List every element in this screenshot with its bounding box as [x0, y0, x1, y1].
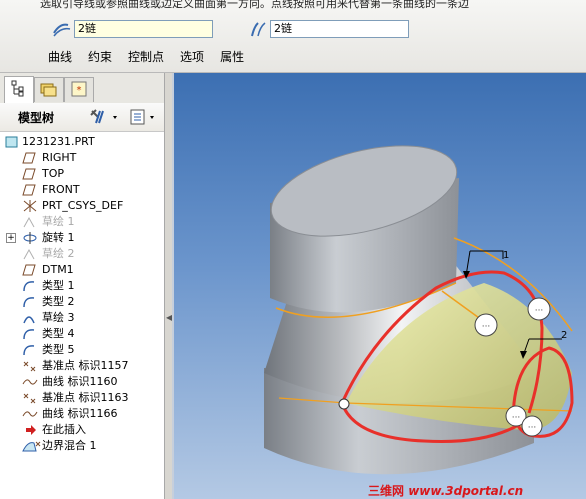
tree-item-sketch3[interactable]: 草绘 3 — [0, 310, 164, 326]
dashboard-tabs: 曲线 约束 控制点 选项 属性 — [48, 48, 244, 65]
tree-item-type2[interactable]: 类型 2 — [0, 294, 164, 310]
sketch-icon — [23, 316, 35, 324]
svg-text:*: * — [77, 85, 82, 96]
tree-item-sketch1[interactable]: 草绘 1 — [0, 214, 164, 230]
datum-plane-icon — [22, 152, 36, 164]
datum-point-icon — [23, 361, 36, 372]
curve-type-icon — [23, 281, 35, 292]
csys-icon — [23, 200, 37, 212]
curve-type-icon — [23, 329, 35, 340]
tree-item-right[interactable]: RIGHT — [0, 150, 164, 166]
sketch-icon — [23, 248, 35, 260]
tree-item-sketch2[interactable]: 草绘 2 — [0, 246, 164, 262]
settings-tools-icon[interactable] — [88, 107, 122, 127]
tab-options[interactable]: 选项 — [180, 48, 204, 65]
tab-properties[interactable]: 属性 — [220, 48, 244, 65]
watermark-cn: 三维网 — [368, 484, 405, 498]
boundary-blend-icon — [22, 441, 41, 452]
navigator-tabs: * — [0, 73, 165, 103]
datum-plane-icon — [22, 168, 36, 180]
model-tree-title: 模型树 — [18, 111, 55, 125]
tree-item-insert-here[interactable]: 在此插入 — [0, 422, 164, 438]
folder-icon — [40, 83, 57, 97]
drag-handle[interactable]: ··· — [521, 415, 543, 437]
datum-point-icon — [23, 393, 36, 404]
insert-arrow-icon — [26, 425, 36, 435]
tree-item-datum-point-1163[interactable]: 基准点 标识1163 — [0, 390, 164, 406]
tab-control-points[interactable]: 控制点 — [128, 48, 164, 65]
model-tree-panel: 模型树 1231231.PRT RIGHT TOP FRONT PRT_CSYS… — [0, 103, 165, 499]
tab-curves[interactable]: 曲线 — [48, 48, 72, 65]
feature-dashboard: 选取引导线或参照曲线或边定义曲面第一方向。点线按照可用来代替第一条曲线的一条边 … — [0, 0, 586, 73]
expand-icon[interactable]: + — [6, 233, 16, 243]
tree-item-top[interactable]: TOP — [0, 166, 164, 182]
first-direction-icon — [53, 23, 71, 37]
tree-item-front[interactable]: FRONT — [0, 182, 164, 198]
curve-icon — [22, 411, 38, 417]
favorites-icon: * — [71, 81, 87, 97]
tree-structure-icon — [11, 80, 24, 97]
favorites-tab[interactable]: * — [64, 77, 94, 102]
drag-handle[interactable]: ··· — [474, 313, 498, 337]
folder-browser-tab[interactable] — [34, 77, 64, 102]
callout-1: 1 — [503, 250, 509, 261]
tree-item-boundary-blend1[interactable]: 边界混合 1 — [0, 438, 164, 454]
svg-text:···: ··· — [512, 413, 521, 423]
svg-text:···: ··· — [535, 306, 544, 316]
second-chain-input[interactable]: 2链 — [270, 20, 409, 38]
tree-item-dtm1[interactable]: DTM1 — [0, 262, 164, 278]
tree-item-part[interactable]: 1231231.PRT — [0, 134, 164, 150]
model-tree-toolbar: 模型树 — [0, 103, 164, 132]
curve-type-icon — [23, 345, 35, 356]
tree-item-datum-point-1157[interactable]: 基准点 标识1157 — [0, 358, 164, 374]
watermark: 三维网 www.3dportal.cn — [368, 482, 523, 499]
prompt-text: 选取引导线或参照曲线或边定义曲面第一方向。点线按照可用来代替第一条曲线的一条边 — [40, 0, 469, 10]
watermark-url: www.3dportal.cn — [408, 484, 524, 498]
model-tree-tab[interactable] — [4, 76, 34, 103]
second-direction-icon — [251, 22, 266, 37]
graphics-viewport[interactable]: ··· ··· ··· ··· 1 2 — [174, 73, 586, 499]
tree-item-revolve1[interactable]: + 旋转 1 — [0, 230, 164, 246]
model-3d-view: ··· ··· ··· ··· 1 2 — [264, 145, 574, 475]
show-list-icon[interactable] — [128, 107, 162, 127]
curve-icon — [22, 379, 38, 385]
sketch-icon — [23, 216, 35, 228]
tab-constraints[interactable]: 约束 — [88, 48, 112, 65]
svg-text:···: ··· — [482, 322, 491, 332]
callout-2: 2 — [561, 330, 567, 341]
datum-plane-icon — [22, 184, 36, 196]
part-icon — [5, 136, 18, 148]
tree-item-type1[interactable]: 类型 1 — [0, 278, 164, 294]
datum-point-marker[interactable] — [338, 398, 350, 410]
curve-type-icon — [23, 297, 35, 308]
svg-text:···: ··· — [528, 423, 537, 433]
revolve-icon — [23, 232, 37, 244]
first-chain-input[interactable]: 2链 — [74, 20, 213, 38]
datum-plane-icon — [22, 264, 36, 276]
drag-handle[interactable]: ··· — [527, 297, 551, 321]
tree-item-csys[interactable]: PRT_CSYS_DEF — [0, 198, 164, 214]
tree-item-curve-1166[interactable]: 曲线 标识1166 — [0, 406, 164, 422]
tree-item-type5[interactable]: 类型 5 — [0, 342, 164, 358]
tree-item-curve-1160[interactable]: 曲线 标识1160 — [0, 374, 164, 390]
tree-item-type4[interactable]: 类型 4 — [0, 326, 164, 342]
